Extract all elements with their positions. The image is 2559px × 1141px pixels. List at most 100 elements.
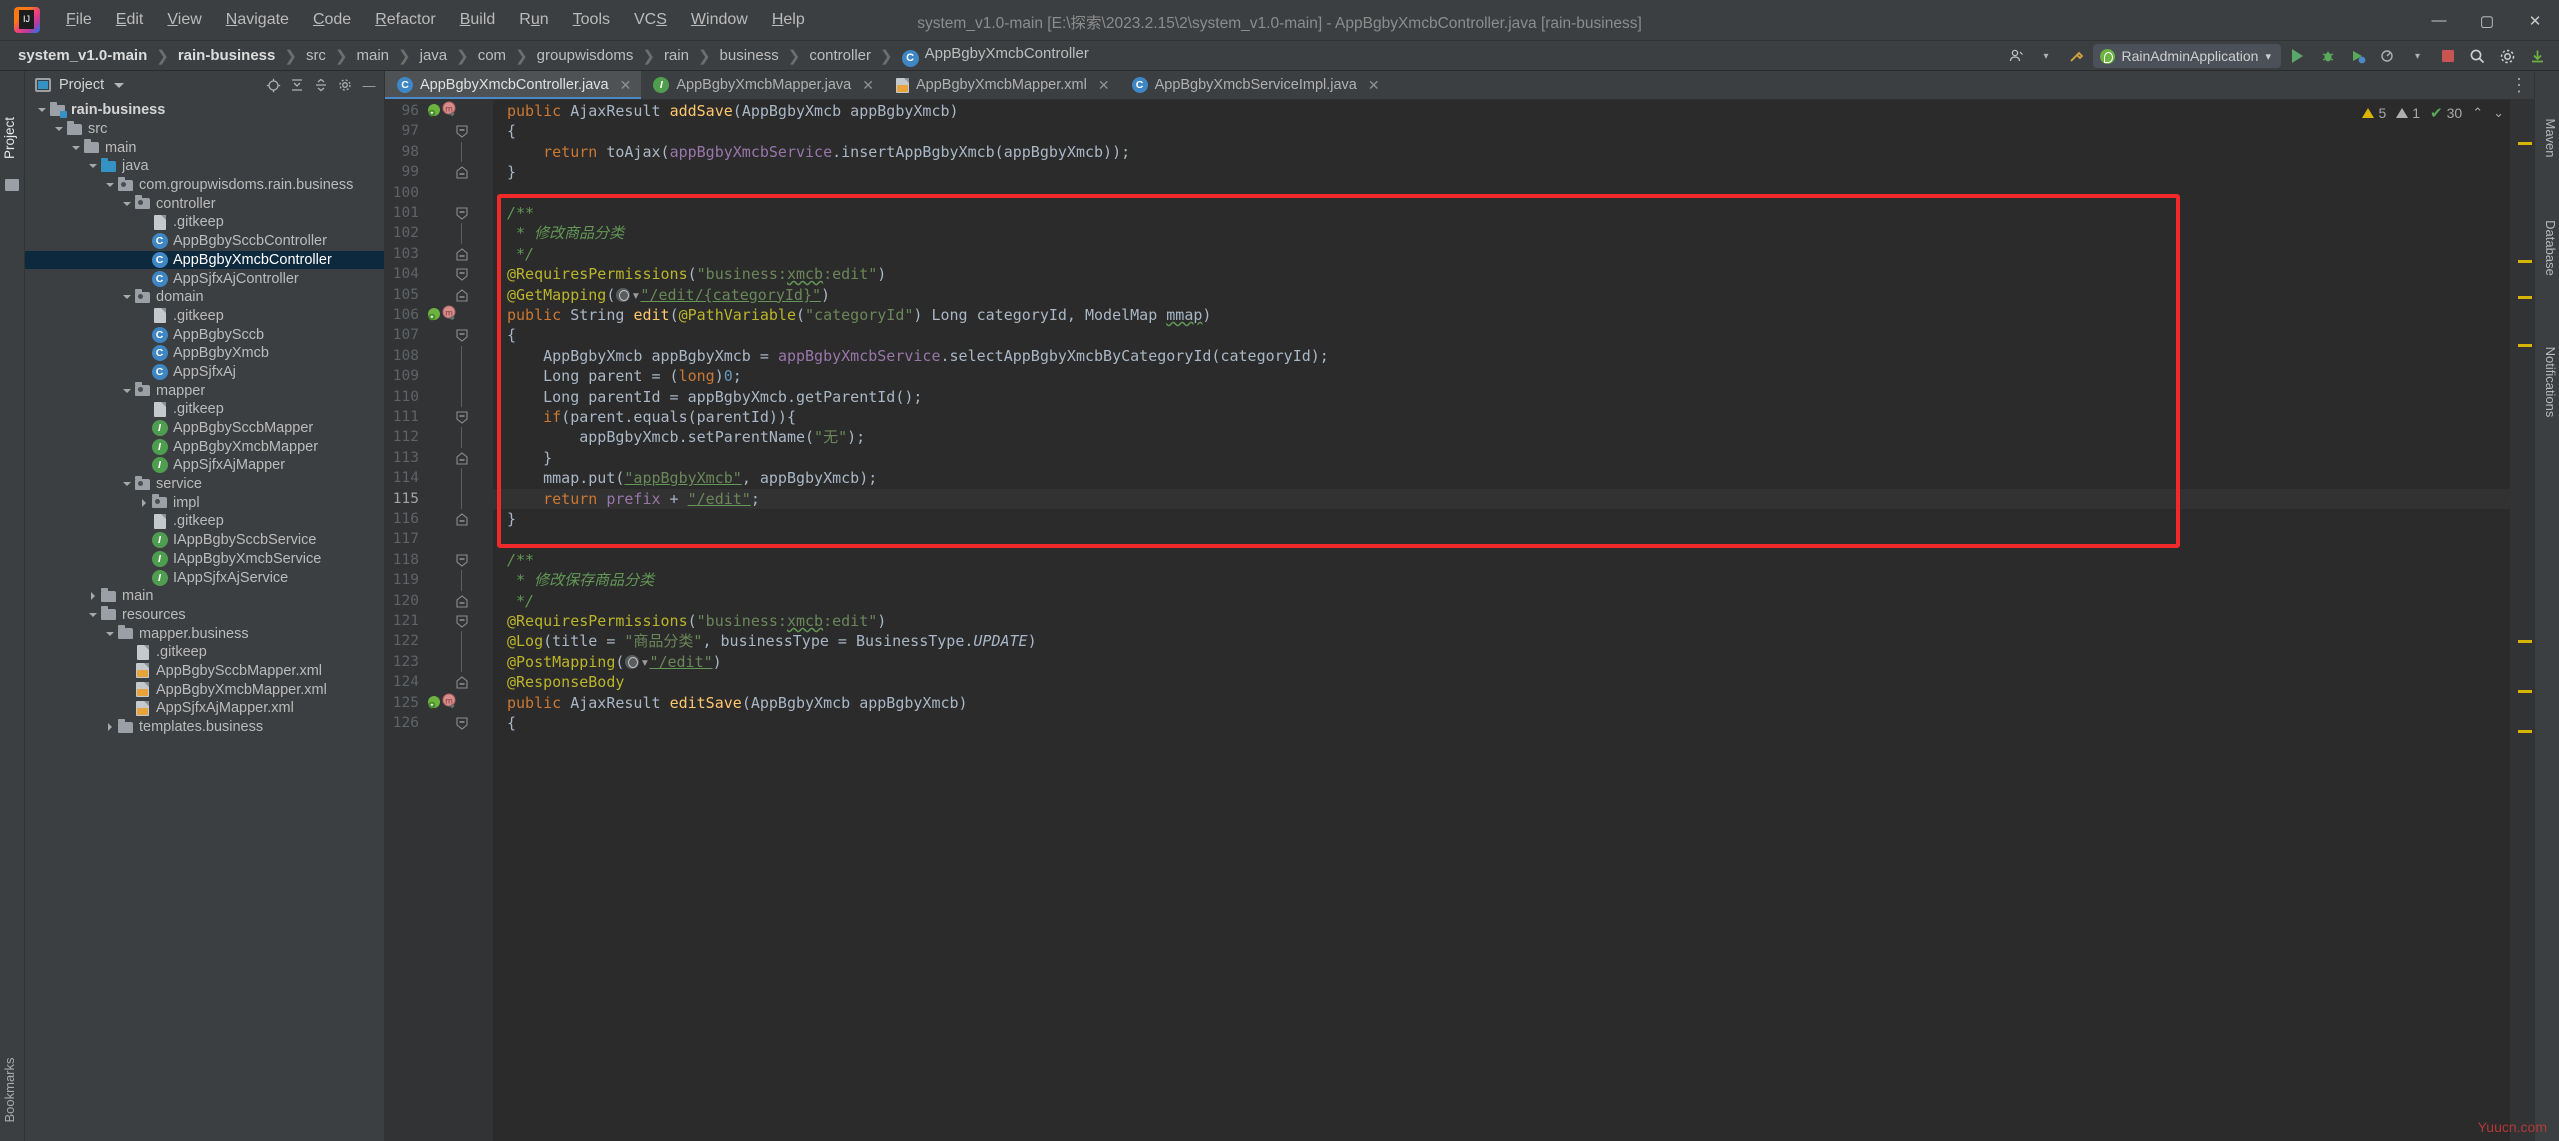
implementing-method-gutter-icon[interactable]: m bbox=[441, 305, 458, 325]
tree-item-java[interactable]: java bbox=[25, 157, 384, 176]
hide-panel-icon[interactable]: — bbox=[358, 74, 380, 96]
gutter-row[interactable]: 111 bbox=[385, 407, 493, 427]
tree-item-appsjfxajmapper[interactable]: I AppSjfxAjMapper bbox=[25, 456, 384, 475]
tree-item--gitkeep[interactable]: .gitkeep bbox=[25, 213, 384, 232]
web-mapping-icon[interactable] bbox=[616, 287, 631, 302]
menu-code[interactable]: Code bbox=[301, 7, 363, 33]
editor-tab-appbgbyxmcbmapper-java[interactable]: I AppBgbyXmcbMapper.java ✕ bbox=[641, 71, 884, 99]
next-problem-icon[interactable]: ⌄ bbox=[2493, 105, 2504, 121]
fold-start-icon[interactable] bbox=[456, 717, 468, 730]
tree-toggle-down-icon[interactable] bbox=[103, 183, 117, 187]
fold-end-icon[interactable] bbox=[456, 513, 468, 526]
project-tree[interactable]: rain-business src main java com.groupwisdoms… bbox=[25, 99, 384, 1141]
code-line-98[interactable]: return toAjax(appBgbyXmcbService.insertA… bbox=[493, 142, 2510, 162]
close-icon[interactable]: ✕ bbox=[620, 77, 632, 94]
tree-item--gitkeep[interactable]: .gitkeep bbox=[25, 307, 384, 326]
code-line-116[interactable]: } bbox=[493, 509, 2510, 529]
tree-toggle-down-icon[interactable] bbox=[120, 202, 134, 206]
menu-tools[interactable]: Tools bbox=[561, 7, 622, 33]
fold-start-icon[interactable] bbox=[456, 329, 468, 343]
previous-problem-icon[interactable]: ⌃ bbox=[2472, 105, 2483, 121]
code-line-113[interactable]: } bbox=[493, 448, 2510, 468]
debug-button[interactable] bbox=[2314, 44, 2341, 68]
tool-tab-project[interactable]: Project bbox=[2, 106, 24, 170]
code-line-123[interactable]: @PostMapping(▾"/edit") bbox=[493, 652, 2510, 672]
tab-overflow-menu-icon[interactable]: ⋮ bbox=[2510, 71, 2528, 100]
gutter-row[interactable]: 102 bbox=[385, 223, 493, 244]
tree-item-com-groupwisdoms-rain-business[interactable]: com.groupwisdoms.rain.business bbox=[25, 176, 384, 195]
code-line-114[interactable]: mmap.put("appBgbyXmcb", appBgbyXmcb); bbox=[493, 468, 2510, 488]
gear-icon[interactable] bbox=[2494, 44, 2521, 68]
tree-item-mapper[interactable]: mapper bbox=[25, 381, 384, 400]
chevron-down-icon[interactable]: ▾ bbox=[2033, 44, 2060, 68]
tree-item-resources[interactable]: resources bbox=[25, 606, 384, 625]
gutter-row[interactable]: 115 bbox=[385, 488, 493, 509]
tool-tab-maven[interactable]: Maven bbox=[2536, 102, 2558, 174]
breadcrumb-item-controller[interactable]: controller bbox=[805, 46, 875, 65]
menu-refactor[interactable]: Refactor bbox=[363, 7, 447, 33]
tree-item-appbgbyxmcbcontroller[interactable]: C AppBgbyXmcbController bbox=[25, 250, 384, 270]
tool-tab-notifications[interactable]: Notifications bbox=[2536, 327, 2558, 437]
fold-end-icon[interactable] bbox=[456, 288, 468, 302]
code-line-102[interactable]: * 修改商品分类 bbox=[493, 223, 2510, 243]
code-line-101[interactable]: /** bbox=[493, 203, 2510, 223]
gutter-row[interactable]: 118 bbox=[385, 550, 493, 570]
menu-build[interactable]: Build bbox=[448, 7, 508, 33]
gutter-row[interactable]: 110 bbox=[385, 386, 493, 407]
breadcrumb-item-java[interactable]: java bbox=[416, 46, 452, 65]
tree-item--gitkeep[interactable]: .gitkeep bbox=[25, 512, 384, 531]
breadcrumb-item-business[interactable]: business bbox=[716, 46, 783, 65]
menu-file[interactable]: File bbox=[54, 7, 104, 33]
code-line-125[interactable]: public AjaxResult editSave(AppBgbyXmcb a… bbox=[493, 693, 2510, 713]
tree-toggle-down-icon[interactable] bbox=[120, 295, 134, 299]
code-line-110[interactable]: Long parentId = appBgbyXmcb.getParentId(… bbox=[493, 387, 2510, 407]
code-editor[interactable]: public AjaxResult addSave(AppBgbyXmcb ap… bbox=[493, 100, 2510, 1141]
locate-file-icon[interactable] bbox=[262, 74, 284, 96]
update-project-icon[interactable] bbox=[2524, 44, 2551, 68]
tree-item-rain-business[interactable]: rain-business bbox=[25, 101, 384, 120]
close-icon[interactable]: ✕ bbox=[1098, 77, 1110, 94]
maximize-button[interactable]: ▢ bbox=[2463, 0, 2511, 41]
gutter-row[interactable]: 109 bbox=[385, 366, 493, 387]
gutter-row[interactable]: 97 bbox=[385, 121, 493, 141]
inspection-status-widget[interactable]: 5 1 ✔ 30 ⌃ ⌄ bbox=[2362, 104, 2504, 122]
tree-item-appbgbysccbmapper-xml[interactable]: AppBgbySccbMapper.xml bbox=[25, 662, 384, 681]
chevron-down-icon-2[interactable]: ▾ bbox=[2404, 44, 2431, 68]
code-line-106[interactable]: public String edit(@PathVariable("catego… bbox=[493, 305, 2510, 325]
tree-toggle-down-icon[interactable] bbox=[69, 146, 83, 150]
fold-start-icon[interactable] bbox=[456, 615, 468, 628]
tree-item-templates-business[interactable]: templates.business bbox=[25, 718, 384, 737]
collapse-all-icon[interactable] bbox=[310, 74, 332, 96]
hammer-build-icon[interactable] bbox=[2063, 44, 2090, 68]
gutter-row[interactable]: 126 bbox=[385, 713, 493, 733]
menu-run[interactable]: Run bbox=[507, 7, 560, 33]
menu-navigate[interactable]: Navigate bbox=[214, 7, 301, 33]
menu-edit[interactable]: Edit bbox=[104, 7, 156, 33]
code-line-119[interactable]: * 修改保存商品分类 bbox=[493, 570, 2510, 590]
minimize-button[interactable]: — bbox=[2415, 0, 2463, 41]
tree-item-impl[interactable]: impl bbox=[25, 493, 384, 512]
breadcrumb-item-appbgbyxmcbcontroller[interactable]: C AppBgbyXmcbController bbox=[898, 44, 1093, 68]
tree-item-domain[interactable]: domain bbox=[25, 288, 384, 307]
breadcrumb-item-rain-business[interactable]: rain-business bbox=[174, 46, 280, 65]
tree-toggle-right-icon[interactable] bbox=[137, 499, 151, 507]
fold-end-icon[interactable] bbox=[456, 594, 468, 608]
fold-end-icon[interactable] bbox=[456, 166, 468, 179]
gutter-row[interactable]: 124 bbox=[385, 672, 493, 692]
tree-toggle-down-icon[interactable] bbox=[86, 613, 100, 617]
tree-item-appsjfxajmapper-xml[interactable]: AppSjfxAjMapper.xml bbox=[25, 699, 384, 718]
folder-icon[interactable] bbox=[5, 179, 19, 191]
gutter-row[interactable]: 119 bbox=[385, 570, 493, 591]
code-line-103[interactable]: */ bbox=[493, 244, 2510, 264]
gutter-row[interactable]: 101 bbox=[385, 203, 493, 223]
tree-item-appbgbyxmcbmapper[interactable]: I AppBgbyXmcbMapper bbox=[25, 437, 384, 456]
breadcrumb-item-main[interactable]: main bbox=[353, 46, 394, 65]
gutter-row[interactable]: 116 bbox=[385, 509, 493, 529]
tree-toggle-down-icon[interactable] bbox=[52, 127, 66, 131]
code-line-121[interactable]: @RequiresPermissions("business:xmcb:edit… bbox=[493, 611, 2510, 631]
editor-tab-appbgbyxmcbcontroller-java[interactable]: C AppBgbyXmcbController.java ✕ bbox=[385, 71, 642, 99]
gutter-row[interactable]: 99 bbox=[385, 162, 493, 182]
code-line-117[interactable] bbox=[493, 529, 2510, 549]
menu-view[interactable]: View bbox=[155, 7, 213, 33]
tree-item-appbgbysccb[interactable]: C AppBgbySccb bbox=[25, 325, 384, 344]
